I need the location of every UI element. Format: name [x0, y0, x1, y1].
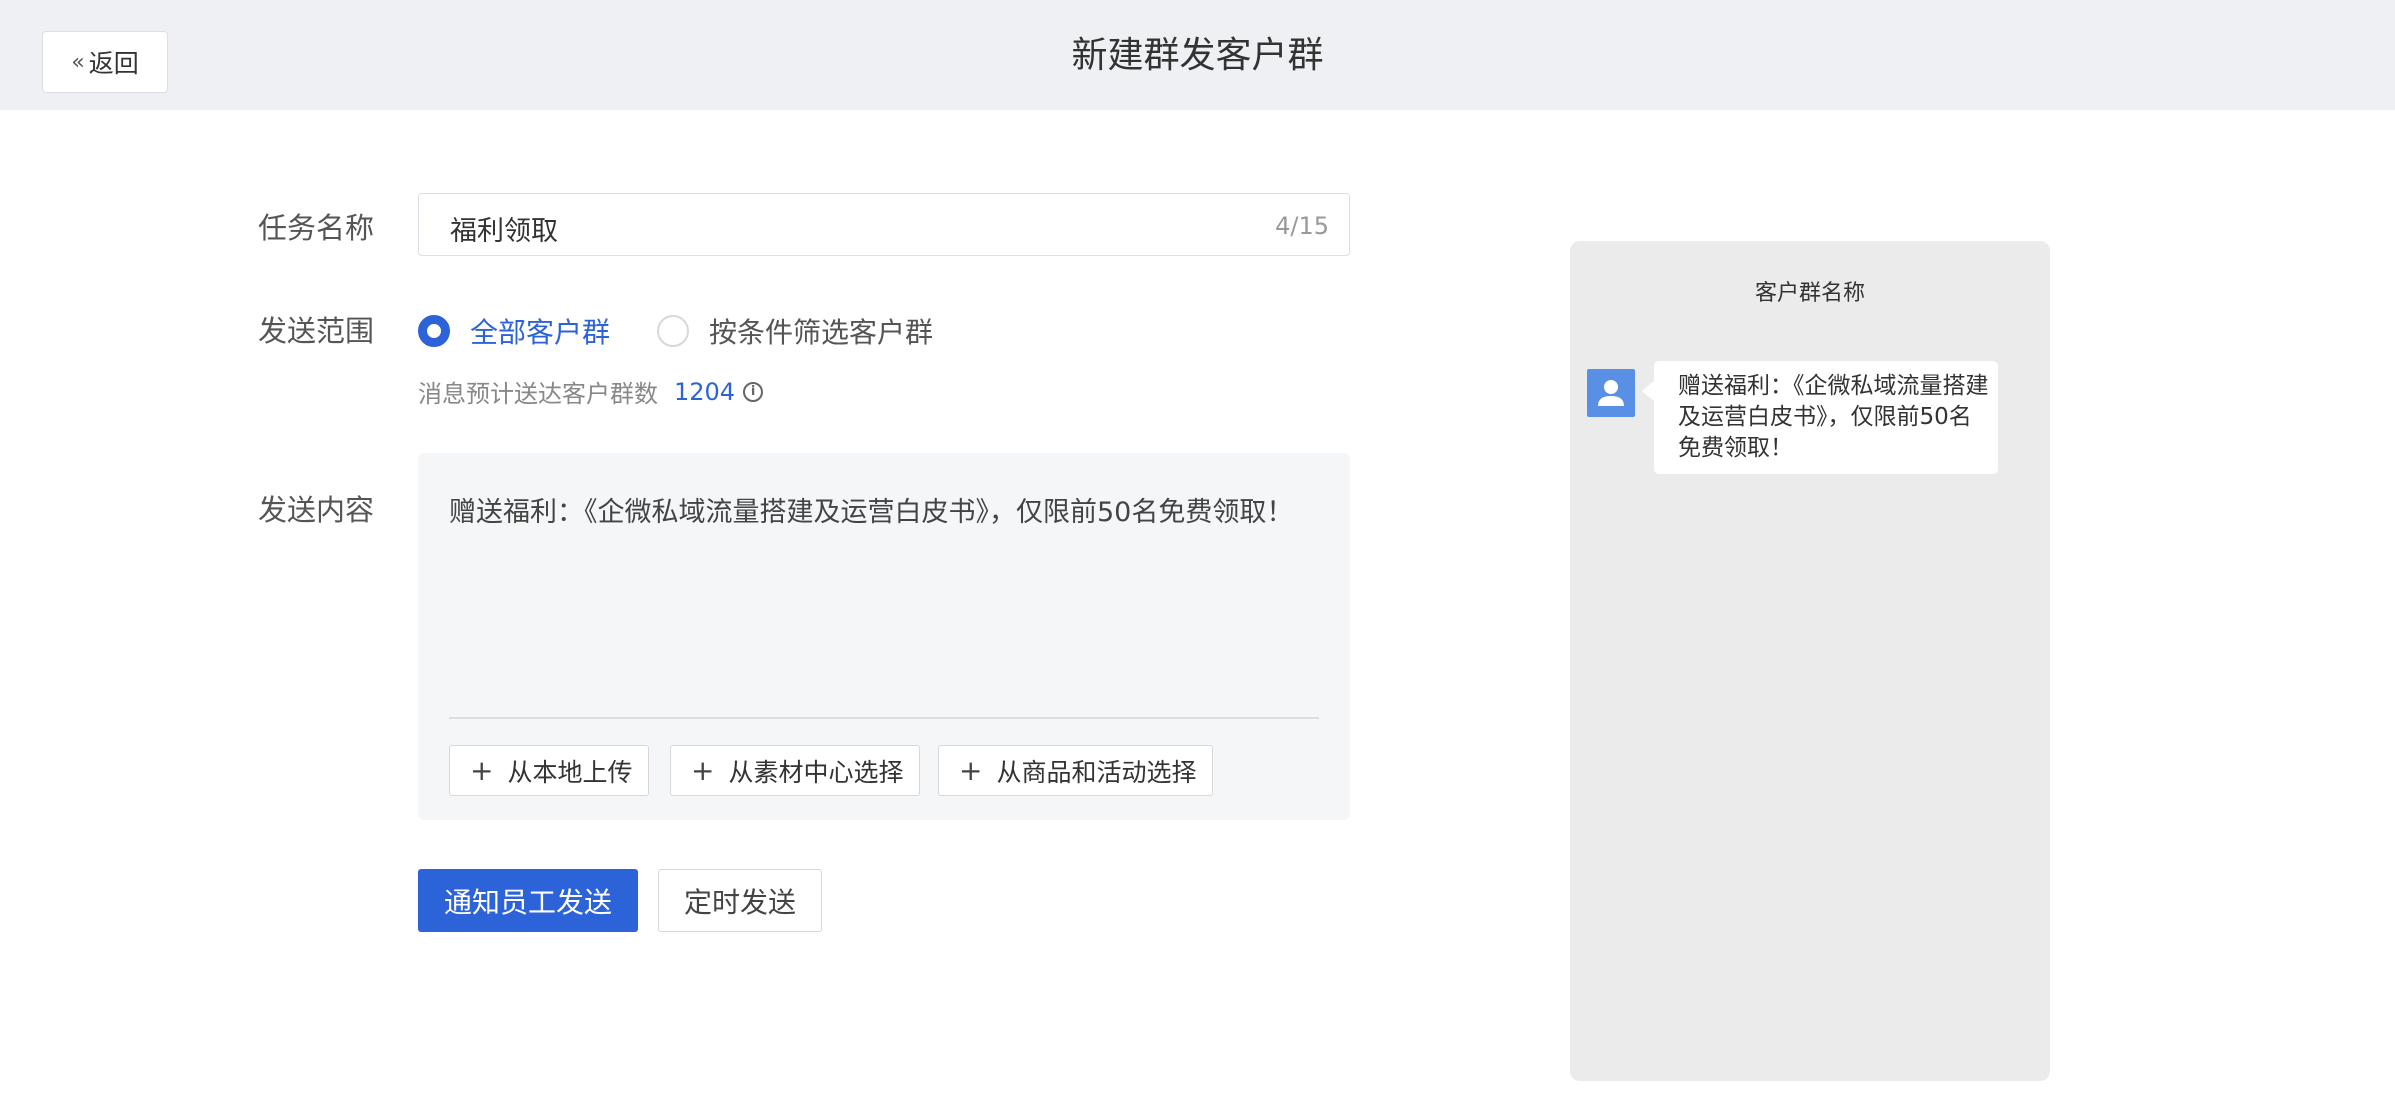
send-content-label: 发送内容 — [258, 493, 375, 527]
task-name-label: 任务名称 — [258, 211, 375, 245]
char-count: 4/15 — [1275, 212, 1329, 240]
task-name-input[interactable]: 福利领取 4/15 — [418, 193, 1350, 256]
send-scope-radio-group: 全部客户群 按条件筛选客户群 — [418, 311, 980, 351]
product-activity-label: 从商品和活动选择 — [996, 757, 1197, 787]
radio-all-groups[interactable]: 全部客户群 — [418, 311, 610, 351]
content-divider — [449, 717, 1319, 719]
user-avatar-icon — [1598, 380, 1624, 406]
preview-group-name: 客户群名称 — [1754, 281, 1865, 306]
radio-all-groups-label: 全部客户群 — [470, 316, 611, 349]
top-header: « 返回 新建群发客户群 — [0, 0, 2395, 110]
page-title: 新建群发客户群 — [1071, 35, 1324, 76]
task-name-value: 福利领取 — [450, 216, 558, 247]
upload-local-button[interactable]: + 从本地上传 — [449, 745, 650, 796]
content-text[interactable]: 赠送福利：《企微私域流量搭建及运营白皮书》，仅限前50名免费领取！ — [449, 490, 1293, 529]
scheduled-send-button[interactable]: 定时发送 — [658, 869, 822, 932]
plus-icon: + — [959, 753, 983, 787]
radio-filtered-groups-label: 按条件筛选客户群 — [709, 316, 934, 349]
estimate-label: 消息预计送达客户群数 — [418, 380, 658, 408]
info-icon[interactable]: i — [743, 381, 764, 402]
message-preview-panel: 客户群名称 赠送福利：《企微私域流量搭建及运营白皮书》，仅限前50名免费领取！ — [1570, 241, 2050, 1081]
plus-icon: + — [691, 753, 715, 787]
content-editor[interactable]: 赠送福利：《企微私域流量搭建及运营白皮书》，仅限前50名免费领取！ + 从本地上… — [418, 453, 1350, 820]
avatar — [1587, 369, 1635, 417]
radio-unchecked-icon — [657, 315, 690, 347]
product-activity-button[interactable]: + 从商品和活动选择 — [938, 745, 1214, 796]
radio-checked-icon — [418, 315, 450, 347]
plus-icon: + — [470, 753, 494, 787]
notify-staff-send-button[interactable]: 通知员工发送 — [418, 869, 638, 932]
preview-message-bubble: 赠送福利：《企微私域流量搭建及运营白皮书》，仅限前50名免费领取！ — [1642, 361, 1998, 474]
send-scope-label: 发送范围 — [258, 314, 375, 348]
material-center-button[interactable]: + 从素材中心选择 — [670, 745, 921, 796]
radio-filtered-groups[interactable]: 按条件筛选客户群 — [657, 311, 933, 351]
material-center-label: 从素材中心选择 — [728, 757, 904, 787]
estimate-row: 消息预计送达客户群数 1204 i — [418, 374, 764, 409]
estimate-count: 1204 — [674, 377, 736, 406]
upload-local-label: 从本地上传 — [507, 757, 633, 787]
